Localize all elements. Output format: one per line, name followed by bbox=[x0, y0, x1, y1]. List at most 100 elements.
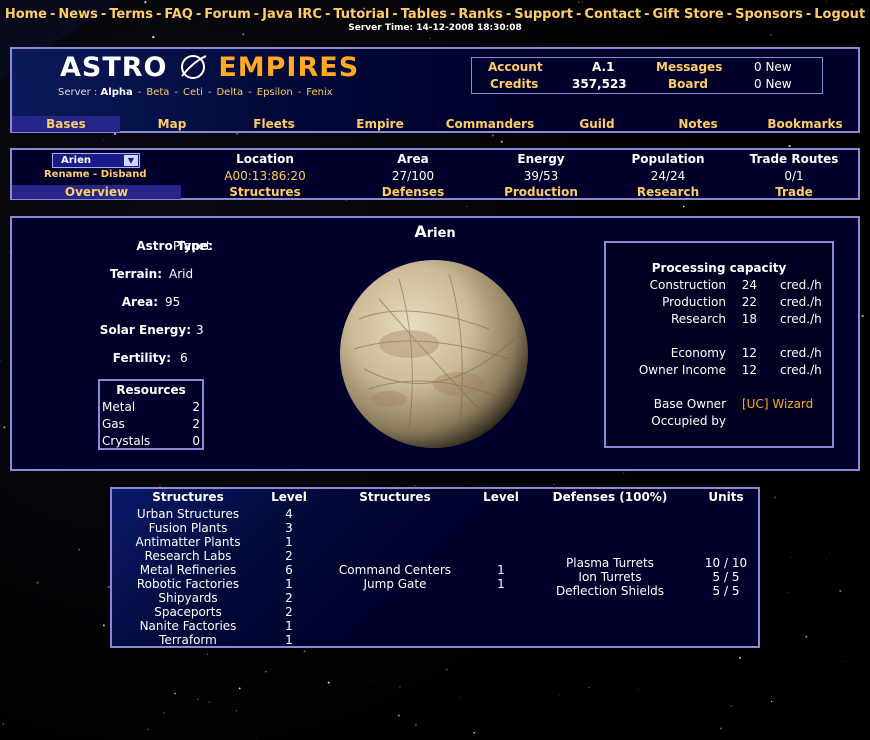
server-fenix-link[interactable]: Fenix bbox=[306, 87, 332, 98]
construction-unit: cred./h bbox=[780, 278, 822, 292]
nav-ranks-link[interactable]: Ranks bbox=[458, 7, 502, 22]
chevron-down-icon[interactable]: ▼ bbox=[124, 155, 138, 166]
nav-forum-link[interactable]: Forum bbox=[204, 7, 251, 22]
board-value[interactable]: 0 New bbox=[754, 77, 792, 91]
messages-label[interactable]: Messages bbox=[656, 60, 722, 74]
resource-crystals-label: Crystals bbox=[102, 434, 151, 448]
nav-gift-store-link[interactable]: Gift Store bbox=[652, 7, 723, 22]
tab-overview[interactable]: Overview bbox=[12, 185, 181, 199]
owner-income-unit: cred./h bbox=[780, 363, 822, 377]
nav-logout-link[interactable]: Logout bbox=[814, 7, 865, 22]
messages-value[interactable]: 0 New bbox=[754, 60, 792, 74]
solar-energy-label: Solar Energy: bbox=[99, 323, 191, 337]
menu-commanders[interactable]: Commanders bbox=[440, 116, 540, 132]
structure-level: 4 bbox=[285, 507, 293, 521]
structure-level: 1 bbox=[497, 563, 505, 577]
structure-level: 1 bbox=[497, 577, 505, 591]
nav-java-irc-link[interactable]: Java IRC bbox=[262, 7, 322, 22]
rename-link[interactable]: Rename bbox=[44, 169, 90, 180]
disband-link[interactable]: Disband bbox=[101, 169, 147, 180]
credits-value: 357,523 bbox=[572, 77, 627, 91]
terrain-value: Arid bbox=[169, 267, 194, 281]
logo-text-astro: ASTRO bbox=[60, 52, 168, 83]
nav-terms-link[interactable]: Terms bbox=[109, 7, 153, 22]
menu-bookmarks[interactable]: Bookmarks bbox=[758, 116, 852, 132]
production-value: 22 bbox=[741, 295, 757, 309]
research-value: 18 bbox=[741, 312, 757, 326]
structure-level: 6 bbox=[285, 563, 293, 577]
defenses-header: Defenses (100%) bbox=[552, 490, 668, 504]
production-unit: cred./h bbox=[780, 295, 822, 309]
structure-name: Robotic Factories bbox=[136, 577, 240, 591]
menu-fleets[interactable]: Fleets bbox=[232, 116, 316, 132]
astro-empires-logo[interactable]: ASTRO EMPIRES bbox=[60, 52, 359, 83]
base-select-value: Arien bbox=[61, 155, 91, 166]
resource-crystals-value: 0 bbox=[192, 434, 200, 448]
account-label[interactable]: Account bbox=[488, 60, 543, 74]
area-value: 27/100 bbox=[391, 169, 435, 183]
menu-guild[interactable]: Guild bbox=[558, 116, 636, 132]
economy-unit: cred./h bbox=[780, 346, 822, 360]
tab-defenses[interactable]: Defenses bbox=[353, 185, 473, 199]
tab-structures[interactable]: Structures bbox=[205, 185, 325, 199]
logo-text-empires: EMPIRES bbox=[218, 52, 360, 83]
defense-name: Deflection Shields bbox=[555, 584, 665, 598]
structure-level: 2 bbox=[285, 591, 293, 605]
population-value: 24/24 bbox=[650, 169, 686, 183]
trade-routes-value: 0/1 bbox=[784, 169, 804, 183]
nav-tables-link[interactable]: Tables bbox=[401, 7, 447, 22]
structure-level: 1 bbox=[285, 535, 293, 549]
main-menu: Bases Map Fleets Empire Commanders Guild… bbox=[12, 116, 858, 132]
server-ceti-link[interactable]: Ceti bbox=[183, 87, 203, 98]
resources-title: Resources bbox=[116, 383, 186, 397]
nav-home-link[interactable]: Home bbox=[5, 7, 47, 22]
processing-title: Processing capacity bbox=[651, 261, 787, 275]
owner-income-label: Owner Income bbox=[638, 363, 726, 377]
nav-sponsors-link[interactable]: Sponsors bbox=[735, 7, 803, 22]
structure-name: Spaceports bbox=[154, 605, 222, 619]
server-time: Server Time: 14-12-2008 18:30:08 bbox=[348, 23, 522, 33]
fertility-value: 6 bbox=[180, 351, 188, 365]
tab-production[interactable]: Production bbox=[481, 185, 601, 199]
menu-map[interactable]: Map bbox=[132, 116, 212, 132]
credits-label[interactable]: Credits bbox=[490, 77, 538, 91]
server-list: Server : Alpha - Beta - Ceti - Delta - Epsilon - F… bbox=[58, 87, 333, 98]
structure-name: Research Labs bbox=[144, 549, 232, 563]
tab-trade[interactable]: Trade bbox=[734, 185, 854, 199]
base-actions: Rename - Disband bbox=[44, 169, 147, 180]
separator: - bbox=[89, 169, 101, 180]
energy-header: Energy bbox=[517, 152, 565, 166]
base-owner-link[interactable]: [UC] Wizard bbox=[742, 397, 813, 411]
menu-notes[interactable]: Notes bbox=[658, 116, 738, 132]
units-header: Units bbox=[708, 490, 744, 504]
nav-tutorial-link[interactable]: Tutorial bbox=[333, 7, 389, 22]
location-value[interactable]: A00:13:86:20 bbox=[205, 169, 325, 183]
base-select[interactable]: Arien ▼ bbox=[52, 153, 140, 168]
resource-gas-label: Gas bbox=[102, 417, 125, 431]
account-summary: Account A.1 Messages 0 New Credits 357,5… bbox=[471, 57, 823, 94]
area-label: Area: bbox=[121, 295, 158, 309]
economy-value: 12 bbox=[741, 346, 757, 360]
tab-research[interactable]: Research bbox=[608, 185, 728, 199]
structure-name: Nanite Factories bbox=[139, 619, 237, 633]
area-header: Area bbox=[397, 152, 429, 166]
server-epsilon-link[interactable]: Epsilon bbox=[257, 87, 293, 98]
server-delta-link[interactable]: Delta bbox=[216, 87, 243, 98]
level-header-2: Level bbox=[483, 490, 519, 504]
nav-news-link[interactable]: News bbox=[58, 7, 97, 22]
structure-level: 2 bbox=[285, 605, 293, 619]
menu-empire[interactable]: Empire bbox=[338, 116, 422, 132]
occupied-by-label: Occupied by bbox=[651, 414, 726, 428]
logo-ring-icon bbox=[180, 55, 207, 79]
menu-bases[interactable]: Bases bbox=[12, 116, 120, 132]
nav-contact-link[interactable]: Contact bbox=[584, 7, 641, 22]
nav-faq-link[interactable]: FAQ bbox=[164, 7, 193, 22]
owner-income-value: 12 bbox=[741, 363, 757, 377]
construction-label: Construction bbox=[649, 278, 726, 292]
fertility-label: Fertility: bbox=[112, 351, 171, 365]
trade-routes-header: Trade Routes bbox=[749, 152, 839, 166]
nav-support-link[interactable]: Support bbox=[514, 7, 573, 22]
server-beta-link[interactable]: Beta bbox=[146, 87, 169, 98]
resources-box: Resources Metal 2 Gas 2 Crystals 0 bbox=[98, 379, 204, 450]
board-label[interactable]: Board bbox=[668, 77, 708, 91]
